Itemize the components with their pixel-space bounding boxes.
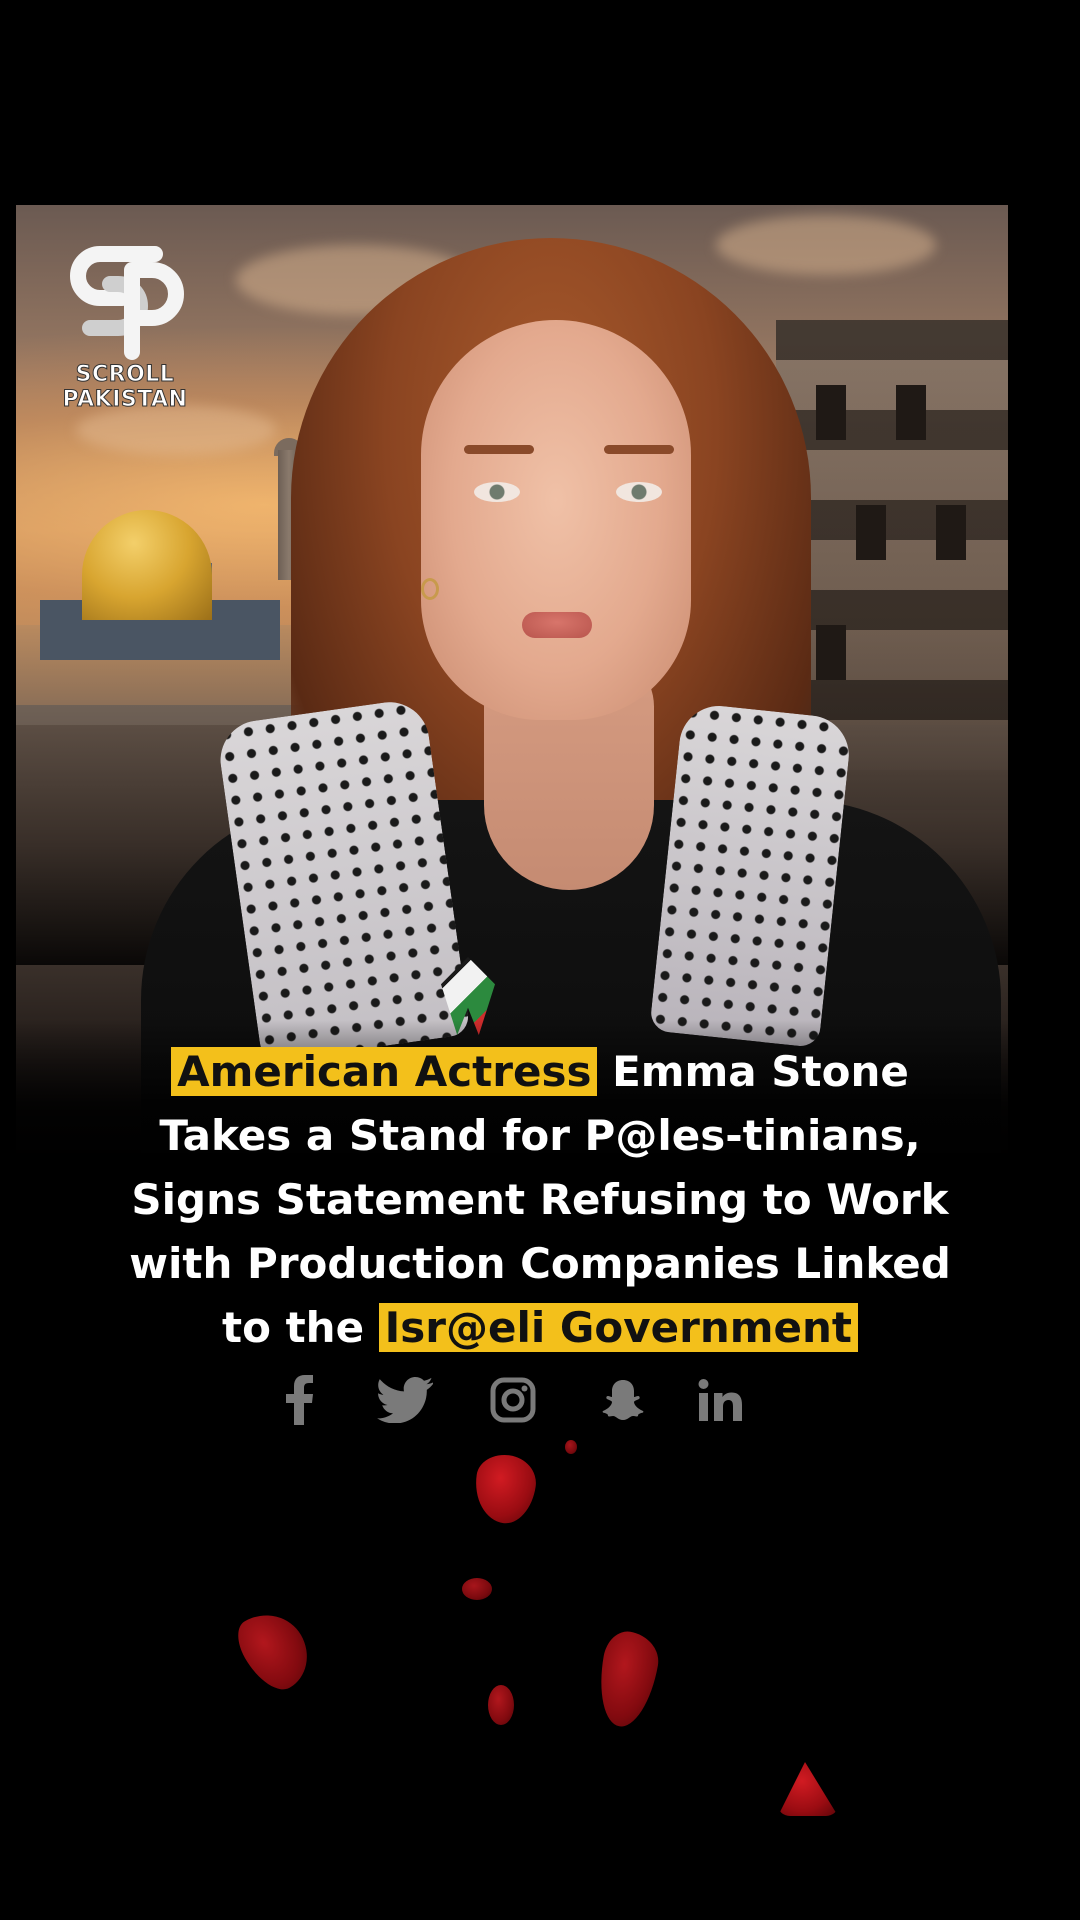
- instagram-icon[interactable]: [488, 1372, 538, 1428]
- cloud: [716, 215, 936, 275]
- ruin-window: [896, 385, 926, 440]
- linkedin-icon[interactable]: [695, 1372, 745, 1428]
- headline-line-5: to the Isr@eli Government: [30, 1296, 1050, 1360]
- facebook-icon[interactable]: [280, 1372, 320, 1428]
- eye-left: [474, 482, 520, 502]
- lips: [522, 612, 592, 638]
- ruin-window: [816, 625, 846, 680]
- rose-petal: [229, 1600, 321, 1700]
- logo-line-1: SCROLL: [75, 362, 175, 388]
- headline-line-1: American Actress Emma Stone: [30, 1040, 1050, 1104]
- earring: [421, 578, 439, 600]
- logo-line-2: PAKISTAN: [62, 387, 188, 413]
- face: [421, 320, 691, 720]
- ruin-window: [936, 505, 966, 560]
- scroll-pakistan-logo: SCROLL PAKISTAN: [40, 240, 210, 420]
- twitter-icon[interactable]: [375, 1372, 435, 1428]
- headline-line-5-prefix: to the: [222, 1303, 379, 1352]
- ruin-window: [816, 385, 846, 440]
- headline: American Actress Emma Stone Takes a Stan…: [30, 1040, 1050, 1360]
- headline-line-2: Takes a Stand for P@les-tinians,: [159, 1111, 921, 1160]
- sp-logo-icon: [70, 246, 184, 360]
- headline-line-4: with Production Companies Linked: [129, 1239, 951, 1288]
- eyebrow-right: [604, 445, 674, 454]
- rose-petal: [470, 1451, 540, 1527]
- eyebrow-left: [464, 445, 534, 454]
- eye-right: [616, 482, 662, 502]
- headline-highlight-start: American Actress: [171, 1047, 598, 1096]
- rose-petal: [462, 1578, 492, 1600]
- screen: SCROLL PAKISTAN American Actress Emma St…: [0, 0, 1080, 1920]
- keffiyeh-scarf-right: [649, 702, 853, 1048]
- social-icons-row: [270, 1372, 750, 1432]
- rose-petal: [592, 1627, 663, 1732]
- headline-highlight-end: Isr@eli Government: [378, 1303, 858, 1352]
- rose-petal: [778, 1762, 838, 1816]
- headline-part-1: Emma Stone: [597, 1047, 909, 1096]
- ruin-window: [856, 505, 886, 560]
- rose-petal: [565, 1440, 577, 1454]
- snapchat-icon[interactable]: [600, 1372, 646, 1428]
- rose-petal: [488, 1685, 514, 1725]
- logo-text: SCROLL PAKISTAN: [40, 362, 210, 413]
- headline-line-3: Signs Statement Refusing to Work: [131, 1175, 949, 1224]
